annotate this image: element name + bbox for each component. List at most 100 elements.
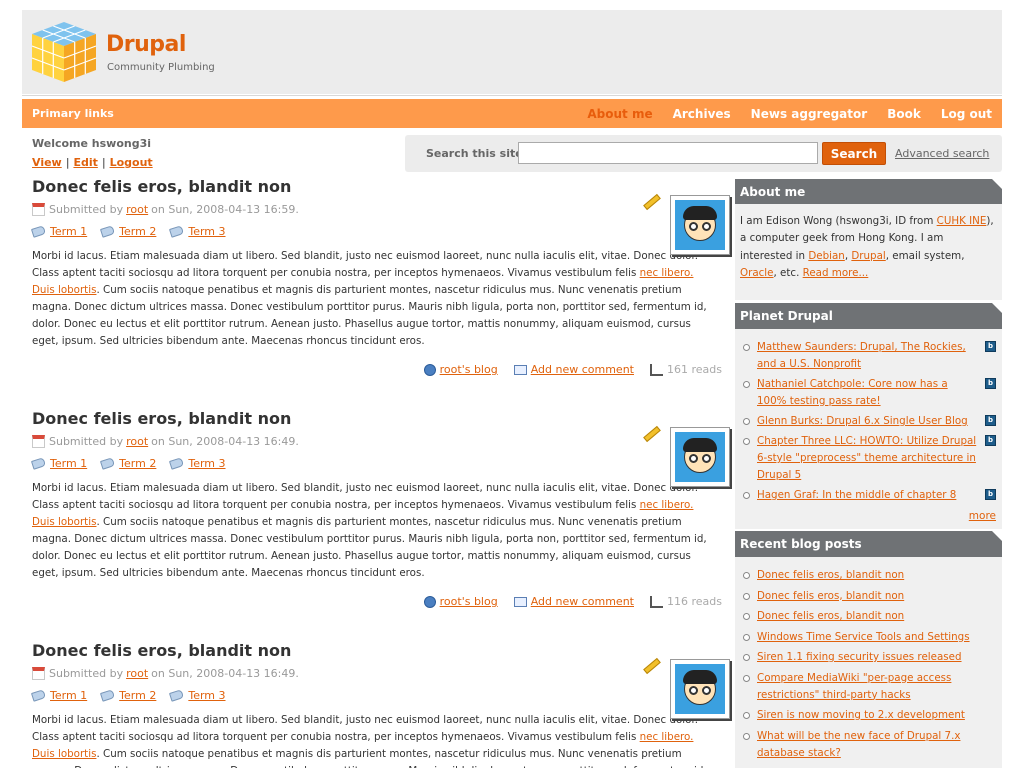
planet-more-link[interactable]: more: [969, 510, 996, 522]
site-slogan: Community Plumbing: [107, 62, 215, 73]
blog-feed-icon[interactable]: b: [985, 489, 996, 500]
planet-item-link[interactable]: Matthew Saunders: Drupal, The Rockies, a…: [757, 341, 966, 370]
blog-feed-icon[interactable]: b: [985, 415, 996, 426]
body-text: . Cum sociis natoque penatibus et magnis…: [32, 516, 707, 579]
header-divider: [22, 95, 1002, 96]
planet-item-link[interactable]: Glenn Burks: Drupal 6.x Single User Blog: [757, 415, 968, 427]
oracle-link[interactable]: Oracle: [740, 267, 774, 279]
debian-link[interactable]: Debian: [808, 250, 845, 262]
nav-link-news-aggregator[interactable]: News aggregator: [751, 107, 868, 121]
list-item: Matthew Saunders: Drupal, The Rockies, a…: [740, 339, 1002, 373]
tag-icon: [100, 224, 116, 238]
add-comment-link[interactable]: Add new comment: [531, 363, 634, 376]
user-blog-icon: [423, 363, 436, 376]
body-link[interactable]: nec libero.: [640, 731, 694, 743]
recent-post-link[interactable]: What will be the new face of Drupal 7.x …: [757, 730, 960, 759]
nav-link-archives[interactable]: Archives: [673, 107, 731, 121]
author-link[interactable]: root: [126, 435, 148, 448]
search-button[interactable]: Search: [822, 142, 886, 165]
list-item: What will be the new face of Drupal 7.x …: [740, 728, 1002, 762]
list-item: Nathaniel Catchpole: Core now has a 100%…: [740, 376, 1002, 410]
recent-post-link[interactable]: Siren 1.1 fixing security issues release…: [757, 651, 962, 663]
body-text: Morbi id lacus. Etiam malesuada diam ut …: [32, 714, 699, 743]
author-link[interactable]: root: [126, 203, 148, 216]
list-item: Donec felis eros, blandit non: [740, 567, 1002, 584]
body-link[interactable]: Duis lobortis: [32, 516, 96, 528]
body-link[interactable]: Duis lobortis: [32, 284, 96, 296]
cuhk-ine-link[interactable]: CUHK INE: [937, 215, 987, 227]
recent-post-link[interactable]: Siren is now moving to 2.x development: [757, 709, 965, 721]
body-link[interactable]: nec libero.: [640, 499, 694, 511]
recent-post-link[interactable]: Windows Time Service Tools and Settings: [757, 631, 970, 643]
add-comment-link[interactable]: Add new comment: [531, 595, 634, 608]
drupal-link[interactable]: Drupal: [851, 250, 885, 262]
advanced-search-link[interactable]: Advanced search: [895, 147, 989, 160]
nav-link-about-me[interactable]: About me: [587, 107, 652, 121]
node-body: Morbi id lacus. Etiam malesuada diam ut …: [32, 480, 717, 582]
submitted-date: on Sun, 2008-04-13 16:49.: [151, 666, 299, 680]
about-text: , etc.: [773, 267, 803, 280]
term-link[interactable]: Term 1: [50, 689, 87, 702]
tag-icon: [169, 688, 185, 702]
nav-link-log-out[interactable]: Log out: [941, 107, 992, 121]
list-item: Windows Time Service Tools and Settings: [740, 629, 1002, 646]
author-link[interactable]: root: [126, 667, 148, 680]
separator: |: [65, 156, 70, 169]
blog-link[interactable]: root's blog: [440, 595, 498, 608]
node-title[interactable]: Donec felis eros, blandit non: [32, 641, 722, 661]
site-name[interactable]: Drupal: [106, 32, 186, 57]
term-link[interactable]: Term 1: [50, 457, 87, 470]
user-logout-link[interactable]: Logout: [110, 156, 153, 169]
block-title-planet-drupal: Planet Drupal: [735, 303, 1002, 329]
primary-links: About me Archives News aggregator Book L…: [587, 99, 992, 128]
node-teaser: Donec felis eros, blandit non Submitted …: [30, 641, 730, 768]
list-item: Hagen Graf: In the middle of chapter 8 b: [740, 487, 1002, 504]
about-me-block: I am Edison Wong (hswong3i, ID from CUHK…: [735, 204, 1002, 300]
author-avatar[interactable]: [670, 659, 730, 719]
node-links: root's blog Add new comment 116 reads: [423, 595, 722, 608]
term-link[interactable]: Term 2: [119, 225, 156, 238]
recent-post-link[interactable]: Donec felis eros, blandit non: [757, 610, 904, 622]
user-links: View | Edit | Logout: [32, 156, 153, 169]
site-header: Drupal Community Plumbing: [22, 10, 1002, 94]
drupal-cube-logo-icon[interactable]: [30, 20, 98, 84]
user-view-link[interactable]: View: [32, 156, 62, 169]
list-item: Chapter Three LLC: HOWTO: Utilize Drupal…: [740, 433, 1002, 484]
body-text: . Cum sociis natoque penatibus et magnis…: [32, 748, 707, 768]
tag-icon: [30, 688, 47, 702]
term-link[interactable]: Term 2: [119, 689, 156, 702]
calendar-icon: [32, 202, 45, 216]
node-title[interactable]: Donec felis eros, blandit non: [32, 177, 722, 197]
planet-item-link[interactable]: Chapter Three LLC: HOWTO: Utilize Drupal…: [757, 435, 976, 481]
blog-feed-icon[interactable]: b: [985, 378, 996, 389]
recent-post-link[interactable]: Donec felis eros, blandit non: [757, 569, 904, 581]
planet-item-link[interactable]: Hagen Graf: In the middle of chapter 8: [757, 489, 956, 501]
search-input[interactable]: [518, 142, 818, 164]
planet-list: Matthew Saunders: Drupal, The Rockies, a…: [735, 329, 1002, 504]
body-text: Morbi id lacus. Etiam malesuada diam ut …: [32, 482, 699, 511]
blog-feed-icon[interactable]: b: [985, 435, 996, 446]
block-title-about-me: About me: [735, 179, 1002, 205]
nav-link-book[interactable]: Book: [887, 107, 921, 121]
recent-post-link[interactable]: Donec felis eros, blandit non: [757, 590, 904, 602]
list-item: Siren 1.1 fixing security issues release…: [740, 649, 1002, 666]
planet-item-link[interactable]: Nathaniel Catchpole: Core now has a 100%…: [757, 378, 948, 407]
author-avatar[interactable]: [670, 195, 730, 255]
body-link[interactable]: nec libero.: [640, 267, 694, 279]
term-link[interactable]: Term 2: [119, 457, 156, 470]
user-edit-link[interactable]: Edit: [73, 156, 97, 169]
node-title[interactable]: Donec felis eros, blandit non: [32, 409, 722, 429]
blog-feed-icon[interactable]: b: [985, 341, 996, 352]
term-link[interactable]: Term 1: [50, 225, 87, 238]
primary-links-label: Primary links: [32, 107, 114, 120]
body-link[interactable]: Duis lobortis: [32, 748, 96, 760]
author-avatar[interactable]: [670, 427, 730, 487]
node-submitted: Submitted by root on Sun, 2008-04-13 16:…: [32, 434, 722, 448]
blog-link[interactable]: root's blog: [440, 363, 498, 376]
read-more-link[interactable]: Read more...: [803, 267, 869, 279]
term-link[interactable]: Term 3: [188, 225, 225, 238]
tag-icon: [169, 456, 185, 470]
term-link[interactable]: Term 3: [188, 457, 225, 470]
recent-post-link[interactable]: Compare MediaWiki "per-page access restr…: [757, 672, 951, 701]
term-link[interactable]: Term 3: [188, 689, 225, 702]
